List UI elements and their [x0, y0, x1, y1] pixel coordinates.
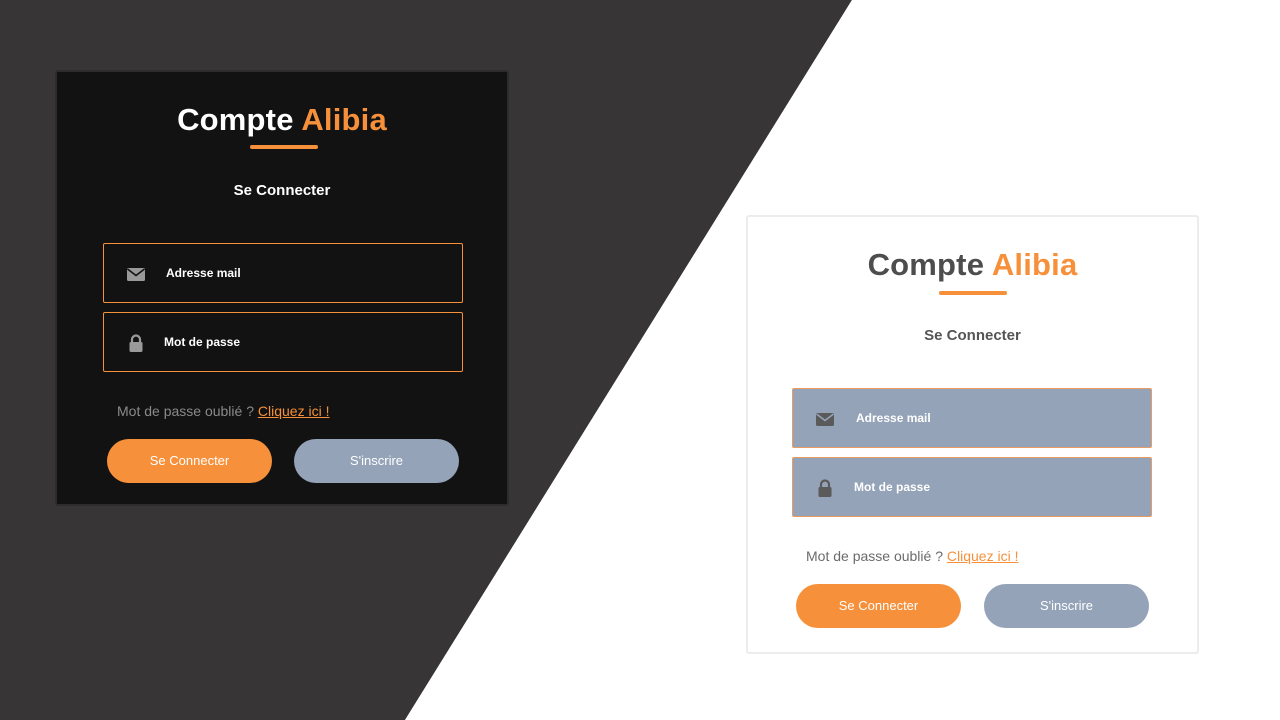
envelope-icon [816, 413, 834, 426]
login-title: Compte Alibia [57, 102, 507, 138]
password-field[interactable]: Mot de passe [103, 312, 463, 372]
lock-icon [818, 479, 832, 497]
envelope-icon [127, 268, 145, 281]
signup-button[interactable]: S'inscrire [294, 439, 459, 483]
forgot-password-text: Mot de passe oublié ? [117, 403, 254, 419]
login-subtitle: Se Connecter [924, 327, 1021, 344]
password-field-label: Mot de passe [164, 335, 241, 349]
password-field[interactable]: Mot de passe [792, 457, 1152, 517]
forgot-password: Mot de passe oublié ? Cliquez ici ! [117, 403, 329, 419]
forgot-password-link[interactable]: Cliquez ici ! [258, 403, 330, 419]
lock-icon [129, 334, 143, 352]
email-field-label: Adresse mail [166, 266, 241, 280]
login-subtitle: Se Connecter [233, 182, 331, 199]
login-button[interactable]: Se Connecter [796, 584, 961, 628]
email-field[interactable]: Adresse mail [792, 388, 1152, 448]
forgot-password-link[interactable]: Cliquez ici ! [947, 548, 1019, 564]
title-main: Compte [867, 247, 985, 282]
title-accent: Alibia [301, 102, 387, 137]
password-field-label: Mot de passe [854, 480, 931, 494]
forgot-password: Mot de passe oublié ? Cliquez ici ! [806, 548, 1018, 564]
title-main: Compte [177, 102, 294, 137]
signup-button[interactable]: S'inscrire [984, 584, 1149, 628]
login-card-dark: Compte Alibia Se Connecter Adresse mail … [55, 70, 509, 506]
login-card-light: Compte Alibia Se Connecter Adresse mail … [746, 215, 1199, 654]
login-title: Compte Alibia [748, 247, 1197, 283]
email-field-label: Adresse mail [856, 411, 931, 425]
email-field[interactable]: Adresse mail [103, 243, 463, 303]
title-underline [939, 291, 1007, 295]
forgot-password-text: Mot de passe oublié ? [806, 548, 943, 564]
title-underline [250, 145, 318, 149]
title-accent: Alibia [991, 247, 1078, 282]
login-button[interactable]: Se Connecter [107, 439, 272, 483]
